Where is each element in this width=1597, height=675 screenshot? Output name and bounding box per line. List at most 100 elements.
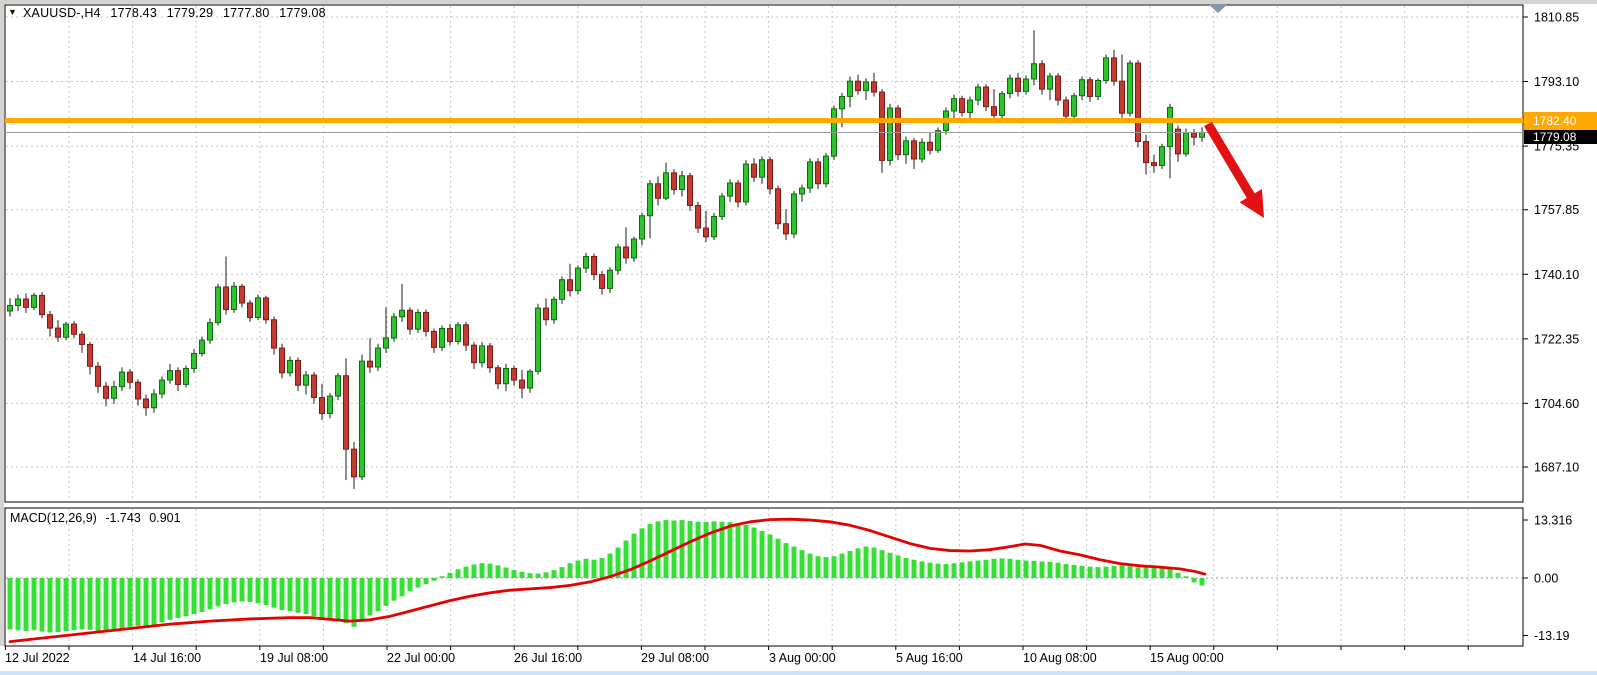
macd-bar <box>384 578 389 606</box>
high-value: 1779.29 <box>167 6 214 20</box>
candle <box>1000 94 1005 116</box>
candle <box>360 361 365 477</box>
macd-bar <box>600 558 605 578</box>
macd-bar <box>56 578 61 632</box>
macd-bar <box>1136 568 1141 578</box>
macd-bar <box>1000 558 1005 578</box>
macd-bar <box>480 563 485 578</box>
candle <box>960 99 965 113</box>
candle <box>168 371 173 380</box>
macd-main-value: -1.743 <box>105 511 140 525</box>
macd-bar <box>1040 561 1045 578</box>
macd-bar <box>992 559 997 578</box>
candle <box>800 188 805 194</box>
macd-bar <box>40 578 45 632</box>
svg-text:13.316: 13.316 <box>1534 514 1572 528</box>
macd-bar <box>824 557 829 578</box>
candle <box>264 298 269 320</box>
macd-axis[interactable]: 13.3160.00-13.19 <box>1523 514 1572 643</box>
candle <box>496 368 501 384</box>
candle <box>432 331 437 347</box>
candle <box>712 216 717 236</box>
candle <box>936 131 941 151</box>
macd-bar <box>792 547 797 578</box>
macd-bar <box>32 578 37 630</box>
candle <box>576 268 581 291</box>
candle <box>560 280 565 300</box>
candle <box>144 399 149 408</box>
macd-bar <box>304 578 309 614</box>
time-axis[interactable]: 12 Jul 202214 Jul 16:0019 Jul 08:0022 Ju… <box>5 646 1468 665</box>
macd-bar <box>696 522 701 578</box>
candle <box>864 82 869 91</box>
candle <box>48 315 53 328</box>
candle <box>1080 80 1085 96</box>
chart-canvas[interactable]: 1810.851793.101775.351757.851740.101722.… <box>0 0 1597 675</box>
macd-bar <box>504 568 509 578</box>
macd-bar <box>288 578 293 611</box>
candle <box>1112 58 1117 81</box>
macd-bar <box>224 578 229 604</box>
candle <box>976 87 981 100</box>
svg-text:14 Jul 16:00: 14 Jul 16:00 <box>133 651 201 665</box>
macd-bar <box>1176 573 1181 578</box>
candle <box>216 287 221 323</box>
candle <box>392 317 397 338</box>
macd-bar <box>328 578 333 620</box>
candle <box>472 345 477 362</box>
symbol-dropdown-icon[interactable]: ▼ <box>8 7 17 17</box>
macd-bar <box>448 573 453 578</box>
candle <box>1128 63 1133 113</box>
candle <box>192 354 197 369</box>
svg-text:1704.60: 1704.60 <box>1534 397 1579 411</box>
candle <box>296 360 301 385</box>
macd-bar <box>136 578 141 626</box>
macd-bar <box>584 559 589 578</box>
main-chart-panel[interactable] <box>5 5 1523 502</box>
candle <box>328 396 333 413</box>
candle <box>608 270 613 288</box>
macd-bar <box>440 576 445 578</box>
macd-bar <box>1056 563 1061 578</box>
candle <box>888 108 893 160</box>
macd-bar <box>120 578 125 629</box>
macd-bar <box>840 554 845 578</box>
candle <box>320 398 325 414</box>
macd-bar <box>1192 578 1197 582</box>
svg-text:1687.10: 1687.10 <box>1534 461 1579 475</box>
candle <box>248 303 253 318</box>
macd-bar <box>1072 565 1077 578</box>
macd-bar <box>104 578 109 632</box>
candle <box>304 375 309 385</box>
candle <box>736 183 741 202</box>
candle <box>1016 78 1021 91</box>
open-value: 1778.43 <box>110 6 157 20</box>
svg-text:19 Jul 08:00: 19 Jul 08:00 <box>260 651 328 665</box>
macd-bar <box>256 578 261 603</box>
macd-bar <box>904 558 909 578</box>
candle <box>720 196 725 216</box>
candle <box>1072 96 1077 116</box>
svg-text:26 Jul 16:00: 26 Jul 16:00 <box>514 651 582 665</box>
macd-bar <box>360 578 365 621</box>
macd-bar <box>1016 560 1021 578</box>
candle <box>824 156 829 184</box>
chart-window: 1810.851793.101775.351757.851740.101722.… <box>0 0 1597 675</box>
price-axis[interactable]: 1810.851793.101775.351757.851740.101722.… <box>1523 11 1579 475</box>
low-value: 1777.80 <box>223 6 270 20</box>
candle <box>920 142 925 159</box>
macd-bar <box>1064 564 1069 578</box>
candle <box>552 299 557 319</box>
macd-bar <box>808 554 813 578</box>
candle <box>280 348 285 373</box>
macd-bar <box>1024 561 1029 578</box>
macd-bar <box>736 523 741 578</box>
macd-bar <box>8 578 13 629</box>
candle <box>928 142 933 150</box>
macd-bar <box>472 564 477 578</box>
svg-text:0.00: 0.00 <box>1534 572 1558 586</box>
macd-bar <box>1096 567 1101 578</box>
macd-bar <box>1200 578 1205 586</box>
candle <box>224 287 229 310</box>
macd-signal-value: 0.901 <box>149 511 180 525</box>
